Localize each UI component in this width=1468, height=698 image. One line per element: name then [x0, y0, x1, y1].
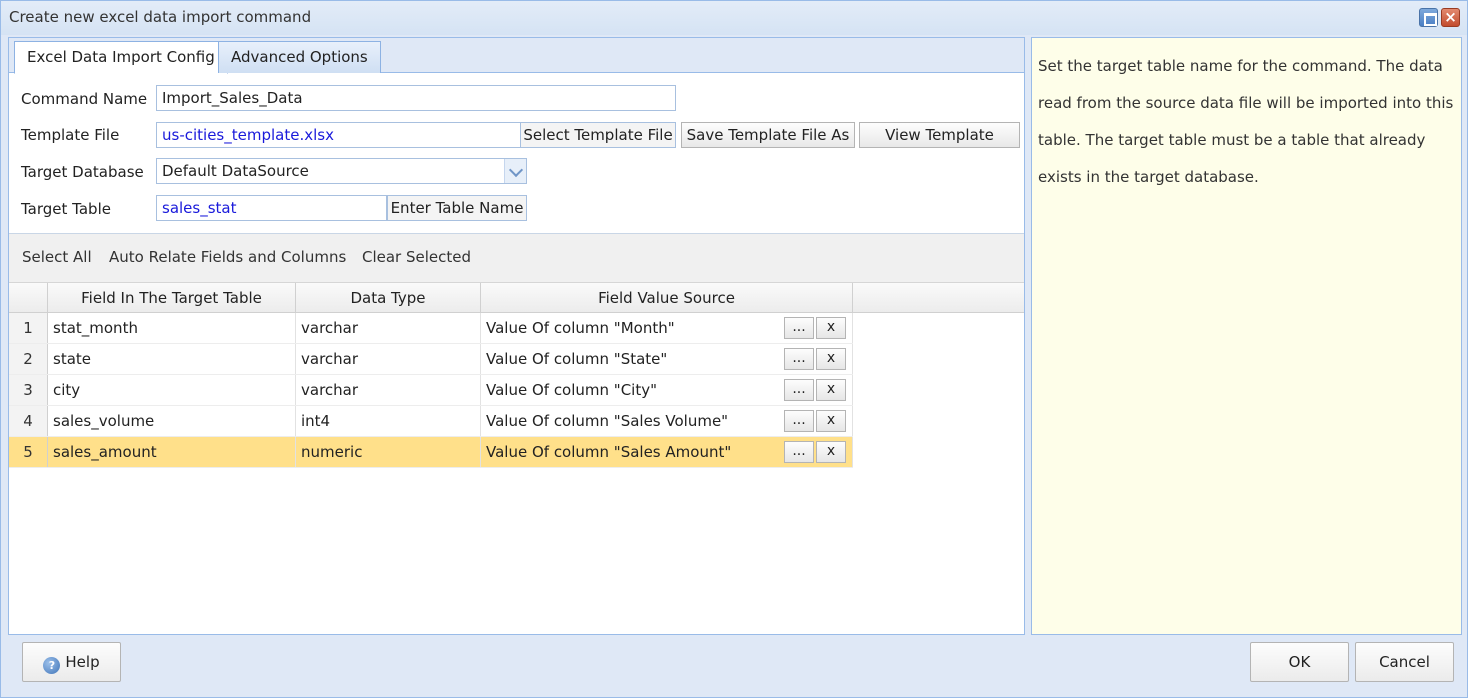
field-cell[interactable]: state — [48, 344, 296, 374]
view-template-button[interactable]: View Template — [859, 122, 1020, 148]
command-name-input[interactable]: Import_Sales_Data — [156, 85, 676, 111]
remove-source-button[interactable]: x — [816, 441, 846, 463]
field-cell[interactable]: stat_month — [48, 313, 296, 343]
row-number: 4 — [9, 406, 48, 436]
column-header-value-source[interactable]: Field Value Source — [481, 283, 853, 313]
clear-selected-button[interactable]: Clear Selected — [362, 248, 471, 266]
help-panel: Set the target table name for the comman… — [1031, 37, 1462, 635]
value-source-text: Value Of column "City" — [486, 381, 657, 399]
column-header-field[interactable]: Field In The Target Table — [48, 283, 296, 313]
field-mapping-grid: Field In The Target Table Data Type Fiel… — [9, 283, 1024, 634]
help-icon: ? — [43, 657, 61, 674]
select-all-button[interactable]: Select All — [22, 248, 92, 266]
title-bar[interactable]: Create new excel data import command × — [1, 1, 1467, 35]
browse-source-button[interactable]: ... — [784, 379, 814, 401]
template-file-label: Template File — [21, 126, 120, 144]
rownum-header — [9, 283, 48, 313]
remove-source-button[interactable]: x — [816, 379, 846, 401]
help-button[interactable]: ? Help — [22, 642, 121, 682]
target-table-input[interactable]: sales_stat — [156, 195, 387, 221]
data-type-cell[interactable]: varchar — [296, 375, 481, 405]
remove-source-button[interactable]: x — [816, 348, 846, 370]
dialog-title: Create new excel data import command — [9, 8, 312, 26]
config-panel: Excel Data Import Config Advanced Option… — [8, 37, 1025, 635]
close-icon[interactable]: × — [1441, 8, 1460, 27]
browse-source-button[interactable]: ... — [784, 441, 814, 463]
browse-source-button[interactable]: ... — [784, 348, 814, 370]
data-type-cell[interactable]: int4 — [296, 406, 481, 436]
chevron-down-icon[interactable] — [504, 159, 526, 183]
value-source-text: Value Of column "Month" — [486, 319, 675, 337]
browse-source-button[interactable]: ... — [784, 410, 814, 432]
table-row[interactable]: 1 stat_month varchar Value Of column "Mo… — [9, 313, 853, 344]
tab-excel-data-import-config[interactable]: Excel Data Import Config — [14, 41, 228, 74]
remove-source-button[interactable]: x — [816, 410, 846, 432]
auto-relate-button[interactable]: Auto Relate Fields and Columns — [109, 248, 346, 266]
field-cell[interactable]: sales_volume — [48, 406, 296, 436]
enter-table-name-button[interactable]: Enter Table Name — [387, 195, 527, 221]
data-type-cell[interactable]: varchar — [296, 313, 481, 343]
value-source-text: Value Of column "Sales Volume" — [486, 412, 729, 430]
tab-strip: Excel Data Import Config Advanced Option… — [9, 38, 1024, 74]
row-number: 5 — [9, 437, 48, 467]
table-row[interactable]: 2 state varchar Value Of column "State" … — [9, 344, 853, 375]
field-cell[interactable]: city — [48, 375, 296, 405]
ok-button[interactable]: OK — [1250, 642, 1349, 682]
value-source-text: Value Of column "State" — [486, 350, 668, 368]
table-row-selected[interactable]: 5 sales_amount numeric Value Of column "… — [9, 437, 853, 468]
dialog-window: Create new excel data import command × E… — [0, 0, 1468, 698]
cancel-button[interactable]: Cancel — [1355, 642, 1454, 682]
field-cell[interactable]: sales_amount — [48, 437, 296, 467]
select-template-file-button[interactable]: Select Template File — [521, 122, 676, 148]
template-file-input[interactable]: us-cities_template.xlsx — [156, 122, 521, 148]
data-type-cell[interactable]: varchar — [296, 344, 481, 374]
target-database-value: Default DataSource — [162, 162, 309, 180]
remove-source-button[interactable]: x — [816, 317, 846, 339]
target-table-label: Target Table — [21, 200, 111, 218]
column-header-data-type[interactable]: Data Type — [296, 283, 481, 313]
help-button-label: Help — [65, 653, 100, 671]
save-template-file-as-button[interactable]: Save Template File As — [681, 122, 855, 148]
grid-toolbar: Select All Auto Relate Fields and Column… — [9, 233, 1024, 283]
row-number: 1 — [9, 313, 48, 343]
grid-header: Field In The Target Table Data Type Fiel… — [9, 283, 1024, 313]
table-row[interactable]: 4 sales_volume int4 Value Of column "Sal… — [9, 406, 853, 437]
target-database-select[interactable]: Default DataSource — [156, 158, 527, 184]
row-number: 3 — [9, 375, 48, 405]
browse-source-button[interactable]: ... — [784, 317, 814, 339]
table-row[interactable]: 3 city varchar Value Of column "City" ..… — [9, 375, 853, 406]
tab-advanced-options[interactable]: Advanced Options — [218, 41, 381, 73]
value-source-text: Value Of column "Sales Amount" — [486, 443, 732, 461]
restore-icon[interactable] — [1419, 8, 1438, 27]
command-name-label: Command Name — [21, 90, 148, 108]
data-type-cell[interactable]: numeric — [296, 437, 481, 467]
row-number: 2 — [9, 344, 48, 374]
target-database-label: Target Database — [21, 163, 144, 181]
